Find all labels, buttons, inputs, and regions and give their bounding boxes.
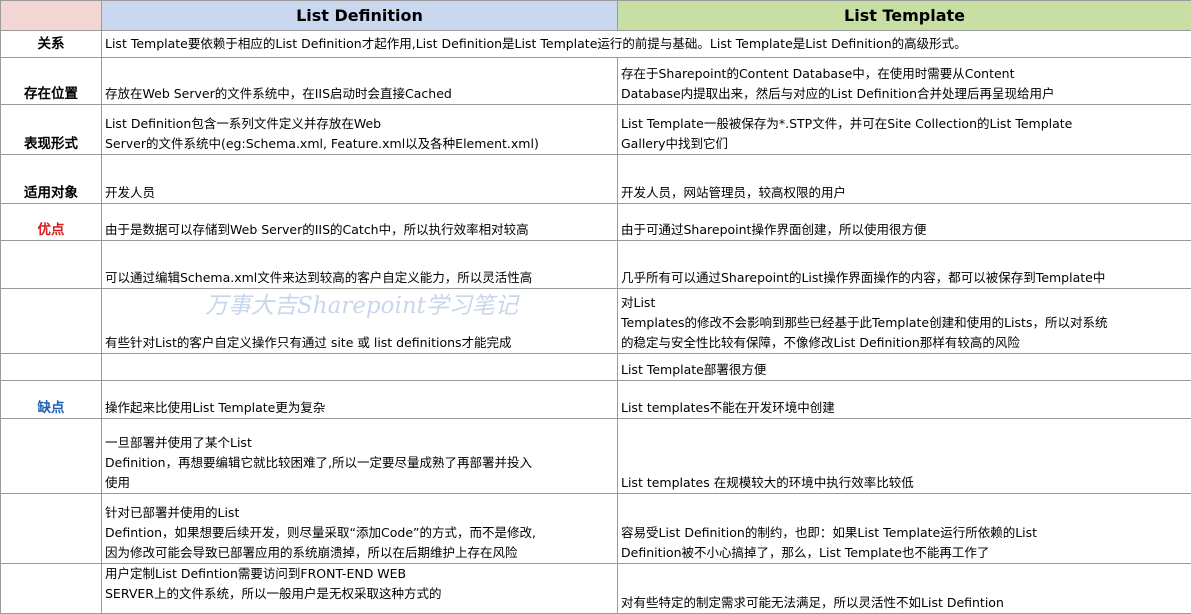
audience-template-cell: 开发人员，网站管理员，较高权限的用户 (617, 154, 1191, 204)
watermark-text: 万事大吉Sharepoint学习笔记 (205, 293, 518, 319)
row-label-empty (0, 563, 102, 614)
pros2-definition-cell: 可以通过编辑Schema.xml文件来达到较高的客户自定义能力，所以灵活性高 (101, 240, 618, 289)
pros3-template-cell: 对List Templates的修改不会影响到那些已经基于此Template创建… (617, 288, 1191, 354)
pros2-template-cell: 几乎所有可以通过Sharepoint的List操作界面操作的内容，都可以被保存到… (617, 240, 1191, 289)
comparison-table: List Definition List Template 关系 List Te… (0, 0, 1191, 614)
text-line: 容易受List Definition的制约，也即：如果List Template… (621, 525, 1038, 540)
header-list-definition: List Definition (101, 0, 618, 31)
text-line: Templates的修改不会影响到那些已经基于此Template创建和使用的Li… (621, 315, 1108, 330)
row-pros-4: List Template部署很方便 (0, 353, 1191, 381)
cons3-definition-cell: 针对已部署并使用的List Defintion，如果想要后续开发，则尽量采取“添… (101, 493, 618, 564)
row-cons-1: 缺点 操作起来比使用List Template更为复杂 List templat… (0, 380, 1191, 419)
relationship-text: List Template要依赖于相应的List Definition才起作用,… (101, 30, 1191, 58)
row-pros-1: 优点 由于是数据可以存储到Web Server的IIS的Catch中，所以执行效… (0, 203, 1191, 241)
text-line: 对List (621, 295, 656, 310)
location-definition-cell: 存放在Web Server的文件系统中，在IIS启动时会直接Cached (101, 57, 618, 105)
row-label-empty (0, 240, 102, 289)
row-label-relationship: 关系 (0, 30, 102, 58)
cons4-definition-cell: 用户定制List Defintion需要访问到FRONT-END WEB SER… (101, 563, 618, 614)
header-row: List Definition List Template (0, 0, 1191, 31)
row-label-form: 表现形式 (0, 104, 102, 155)
text-line: Server的文件系统中(eg:Schema.xml, Feature.xml以… (105, 136, 539, 151)
cons2-definition-cell: 一旦部署并使用了某个List Definition，再想要编辑它就比较困难了,所… (101, 418, 618, 494)
text-line: 一旦部署并使用了某个List (105, 435, 252, 450)
text-line: 用户定制List Defintion需要访问到FRONT-END WEB (105, 566, 407, 581)
cons3-template-cell: 容易受List Definition的制约，也即：如果List Template… (617, 493, 1191, 564)
row-cons-2: 一旦部署并使用了某个List Definition，再想要编辑它就比较困难了,所… (0, 418, 1191, 494)
row-label-cons: 缺点 (0, 380, 102, 419)
audience-definition-cell: 开发人员 (101, 154, 618, 204)
header-list-template: List Template (617, 0, 1191, 31)
location-template-cell: 存在于Sharepoint的Content Database中，在使用时需要从C… (617, 57, 1191, 105)
pros1-template-cell: 由于可通过Sharepoint操作界面创建，所以使用很方便 (617, 203, 1191, 241)
text-line: Gallery中找到它们 (621, 136, 729, 151)
text-line: List Template一般被保存为*.STP文件，并可在Site Colle… (621, 116, 1073, 131)
text-line: Definition被不小心搞掉了，那么，List Template也不能再工作… (621, 545, 990, 560)
row-label-audience: 适用对象 (0, 154, 102, 204)
row-audience: 适用对象 开发人员 开发人员，网站管理员，较高权限的用户 (0, 154, 1191, 204)
text-line: Database内提取出来，然后与对应的List Definition合并处理后… (621, 86, 1055, 101)
row-label-empty (0, 418, 102, 494)
pros1-definition-cell: 由于是数据可以存储到Web Server的IIS的Catch中，所以执行效率相对… (101, 203, 618, 241)
row-location: 存在位置 存放在Web Server的文件系统中，在IIS启动时会直接Cache… (0, 57, 1191, 105)
row-label-empty (0, 353, 102, 381)
row-label-location: 存在位置 (0, 57, 102, 105)
cons2-template-cell: List templates 在规模较大的环境中执行效率比较低 (617, 418, 1191, 494)
text-line: 存在于Sharepoint的Content Database中，在使用时需要从C… (621, 66, 1015, 81)
row-relationship: 关系 List Template要依赖于相应的List Definition才起… (0, 30, 1191, 58)
row-label-empty (0, 288, 102, 354)
row-cons-3: 针对已部署并使用的List Defintion，如果想要后续开发，则尽量采取“添… (0, 493, 1191, 564)
cons1-template-cell: List templates不能在开发环境中创建 (617, 380, 1191, 419)
pros4-template-cell: List Template部署很方便 (617, 353, 1191, 381)
row-pros-2: 可以通过编辑Schema.xml文件来达到较高的客户自定义能力，所以灵活性高 几… (0, 240, 1191, 289)
pros4-definition-cell (101, 353, 618, 381)
cons1-definition-cell: 操作起来比使用List Template更为复杂 (101, 380, 618, 419)
text-line: SERVER上的文件系统，所以一般用户是无权采取这种方式的 (105, 586, 442, 601)
row-label-pros: 优点 (0, 203, 102, 241)
row-cons-4: 用户定制List Defintion需要访问到FRONT-END WEB SER… (0, 563, 1191, 614)
cons4-template-cell: 对有些特定的制定需求可能无法满足，所以灵活性不如List Defintion (617, 563, 1191, 614)
text-line: 的稳定与安全性比较有保障，不像修改List Definition那样有较高的风险 (621, 335, 1020, 350)
text-line: Definition，再想要编辑它就比较困难了,所以一定要尽量成熟了再部署并投入 (105, 455, 533, 470)
text-line: 使用 (105, 475, 131, 490)
row-label-empty (0, 493, 102, 564)
row-form: 表现形式 List Definition包含一系列文件定义并存放在Web Ser… (0, 104, 1191, 155)
text-line: List Definition包含一系列文件定义并存放在Web (105, 116, 382, 131)
form-template-cell: List Template一般被保存为*.STP文件，并可在Site Colle… (617, 104, 1191, 155)
row-pros-3: 有些针对List的客户自定义操作只有通过 site 或 list definit… (0, 288, 1191, 354)
text-line: 因为修改可能会导致已部署应用的系统崩溃掉，所以在后期维护上存在风险 (105, 545, 518, 560)
header-corner (0, 0, 102, 31)
form-definition-cell: List Definition包含一系列文件定义并存放在Web Server的文… (101, 104, 618, 155)
text-line: 针对已部署并使用的List (105, 505, 240, 520)
text-line: Defintion，如果想要后续开发，则尽量采取“添加Code”的方式，而不是修… (105, 525, 536, 540)
